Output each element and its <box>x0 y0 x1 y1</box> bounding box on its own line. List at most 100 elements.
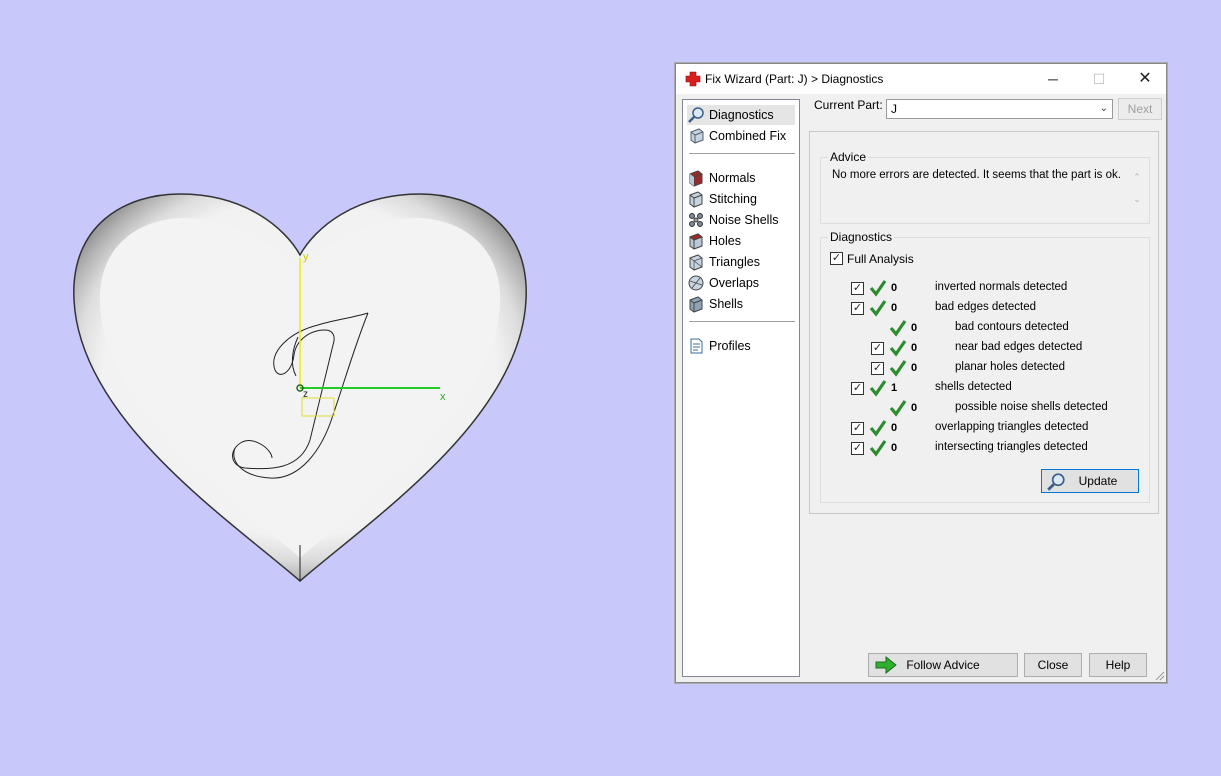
sidebar-item-label: Shells <box>709 297 744 311</box>
sidebar-divider <box>689 153 795 154</box>
sidebar-item-label: Profiles <box>709 339 751 353</box>
noise-shells-icon <box>689 213 703 227</box>
noise-shells-count: 0 <box>911 402 918 414</box>
viewport-canvas[interactable]: y x z <box>0 0 640 773</box>
triangles-icon <box>689 254 703 271</box>
check-icon <box>869 420 887 437</box>
shells-checkbox[interactable]: ✓ <box>851 382 864 395</box>
diagnostics-panel: Advice No more errors are detected. It s… <box>809 131 1159 514</box>
near-bad-edges-text: near bad edges detected <box>955 341 1083 353</box>
sidebar-item-noise-shells[interactable]: Noise Shells <box>687 210 795 230</box>
follow-advice-button[interactable]: Follow Advice <box>868 653 1018 677</box>
magnifier-icon <box>1047 473 1065 491</box>
sidebar-item-label: Noise Shells <box>709 213 779 227</box>
magnifier-icon <box>688 107 704 123</box>
advice-scrollbar[interactable]: ⌃ ⌄ <box>1131 166 1143 210</box>
full-analysis-label: Full Analysis <box>847 252 914 266</box>
stitching-icon <box>689 191 703 208</box>
shells-count: 1 <box>891 382 898 394</box>
holes-icon <box>688 233 704 250</box>
close-window-button[interactable]: ✕ <box>1122 64 1168 94</box>
intersecting-triangles-checkbox[interactable]: ✓ <box>851 442 864 455</box>
check-icon <box>869 440 887 457</box>
sidebar-item-overlaps[interactable]: Overlaps <box>687 273 795 293</box>
profiles-icon <box>690 338 703 354</box>
help-button[interactable]: Help <box>1089 653 1147 677</box>
near-bad-edges-count: 0 <box>911 342 918 354</box>
advice-text: No more errors are detected. It seems th… <box>832 169 1121 181</box>
next-button[interactable]: Next <box>1118 98 1162 120</box>
inverted-normals-text: inverted normals detected <box>935 281 1068 293</box>
sidebar-item-diagnostics[interactable]: Diagnostics <box>687 105 795 125</box>
minimize-button[interactable]: ─ <box>1030 64 1076 94</box>
red-cross-icon <box>685 71 701 87</box>
overlaps-icon <box>688 275 704 291</box>
resize-grip-icon[interactable] <box>1155 671 1165 681</box>
bad-contours-count: 0 <box>911 322 918 334</box>
sidebar-item-label: Combined Fix <box>709 129 787 143</box>
update-button-label: Update <box>1078 474 1118 488</box>
title-bar[interactable]: Fix Wizard (Part: J) > Diagnostics ─ ☐ ✕ <box>676 64 1166 94</box>
sidebar-divider <box>689 321 795 322</box>
inverted-normals-checkbox[interactable]: ✓ <box>851 282 864 295</box>
bad-edges-checkbox[interactable]: ✓ <box>851 302 864 315</box>
sidebar-item-triangles[interactable]: Triangles <box>687 252 795 272</box>
z-axis-label: z <box>303 389 308 400</box>
full-analysis-checkbox[interactable]: ✓ <box>830 252 843 265</box>
close-button[interactable]: Close <box>1024 653 1082 677</box>
sidebar-item-holes[interactable]: Holes <box>687 231 795 251</box>
fix-wizard-dialog: Fix Wizard (Part: J) > Diagnostics ─ ☐ ✕… <box>675 63 1167 683</box>
diagnostics-group: Diagnostics ✓ Full Analysis ✓ 0 inverted… <box>820 230 1150 503</box>
sidebar-item-label: Stitching <box>709 192 757 206</box>
check-icon <box>869 380 887 397</box>
right-arrow-icon <box>875 656 897 674</box>
overlapping-triangles-text: overlapping triangles detected <box>935 421 1089 433</box>
current-part-value: J <box>891 102 897 116</box>
advice-group: Advice No more errors are detected. It s… <box>820 150 1150 224</box>
advice-title: Advice <box>828 150 869 164</box>
planar-holes-checkbox[interactable]: ✓ <box>871 362 884 375</box>
overlapping-triangles-count: 0 <box>891 422 898 434</box>
overlapping-triangles-checkbox[interactable]: ✓ <box>851 422 864 435</box>
shells-text: shells detected <box>935 381 1012 393</box>
update-button[interactable]: Update <box>1041 469 1139 493</box>
planar-holes-count: 0 <box>911 362 918 374</box>
bad-contours-text: bad contours detected <box>955 321 1069 333</box>
chevron-down-icon: ⌄ <box>1099 103 1108 114</box>
current-part-select[interactable]: J ⌄ <box>886 99 1113 119</box>
sidebar-item-shells[interactable]: Shells <box>687 294 795 314</box>
near-bad-edges-checkbox[interactable]: ✓ <box>871 342 884 355</box>
current-part-label: Current Part: <box>814 98 883 112</box>
diagnostics-title: Diagnostics <box>828 230 895 244</box>
wizard-sidebar: Diagnostics Combined Fix Normals Stitchi… <box>682 99 800 677</box>
sidebar-item-label: Holes <box>709 234 741 248</box>
y-axis-label: y <box>303 251 309 263</box>
scroll-down-icon[interactable]: ⌄ <box>1131 188 1143 210</box>
check-icon <box>869 300 887 317</box>
check-icon <box>889 340 907 357</box>
sidebar-item-label: Normals <box>709 171 756 185</box>
sidebar-item-label: Triangles <box>709 255 760 269</box>
scroll-up-icon[interactable]: ⌃ <box>1131 166 1143 188</box>
check-icon <box>889 360 907 377</box>
sidebar-item-combined-fix[interactable]: Combined Fix <box>687 126 795 146</box>
intersecting-triangles-text: intersecting triangles detected <box>935 441 1088 453</box>
check-icon <box>889 320 907 337</box>
dialog-title: Fix Wizard (Part: J) > Diagnostics <box>705 72 884 86</box>
check-icon <box>889 400 907 417</box>
inverted-normals-count: 0 <box>891 282 898 294</box>
sidebar-item-stitching[interactable]: Stitching <box>687 189 795 209</box>
maximize-button[interactable]: ☐ <box>1076 64 1122 94</box>
shells-icon <box>689 296 703 313</box>
3d-viewport[interactable]: y x z <box>0 0 640 773</box>
bad-edges-text: bad edges detected <box>935 301 1037 313</box>
intersecting-triangles-count: 0 <box>891 442 898 454</box>
planar-holes-text: planar holes detected <box>955 361 1065 373</box>
sidebar-item-label: Diagnostics <box>709 108 774 122</box>
sidebar-item-label: Overlaps <box>709 276 760 290</box>
normals-icon <box>689 170 703 187</box>
follow-advice-label: Follow Advice <box>906 658 980 672</box>
combined-fix-icon <box>690 128 704 144</box>
sidebar-item-profiles[interactable]: Profiles <box>687 336 795 356</box>
sidebar-item-normals[interactable]: Normals <box>687 168 795 188</box>
